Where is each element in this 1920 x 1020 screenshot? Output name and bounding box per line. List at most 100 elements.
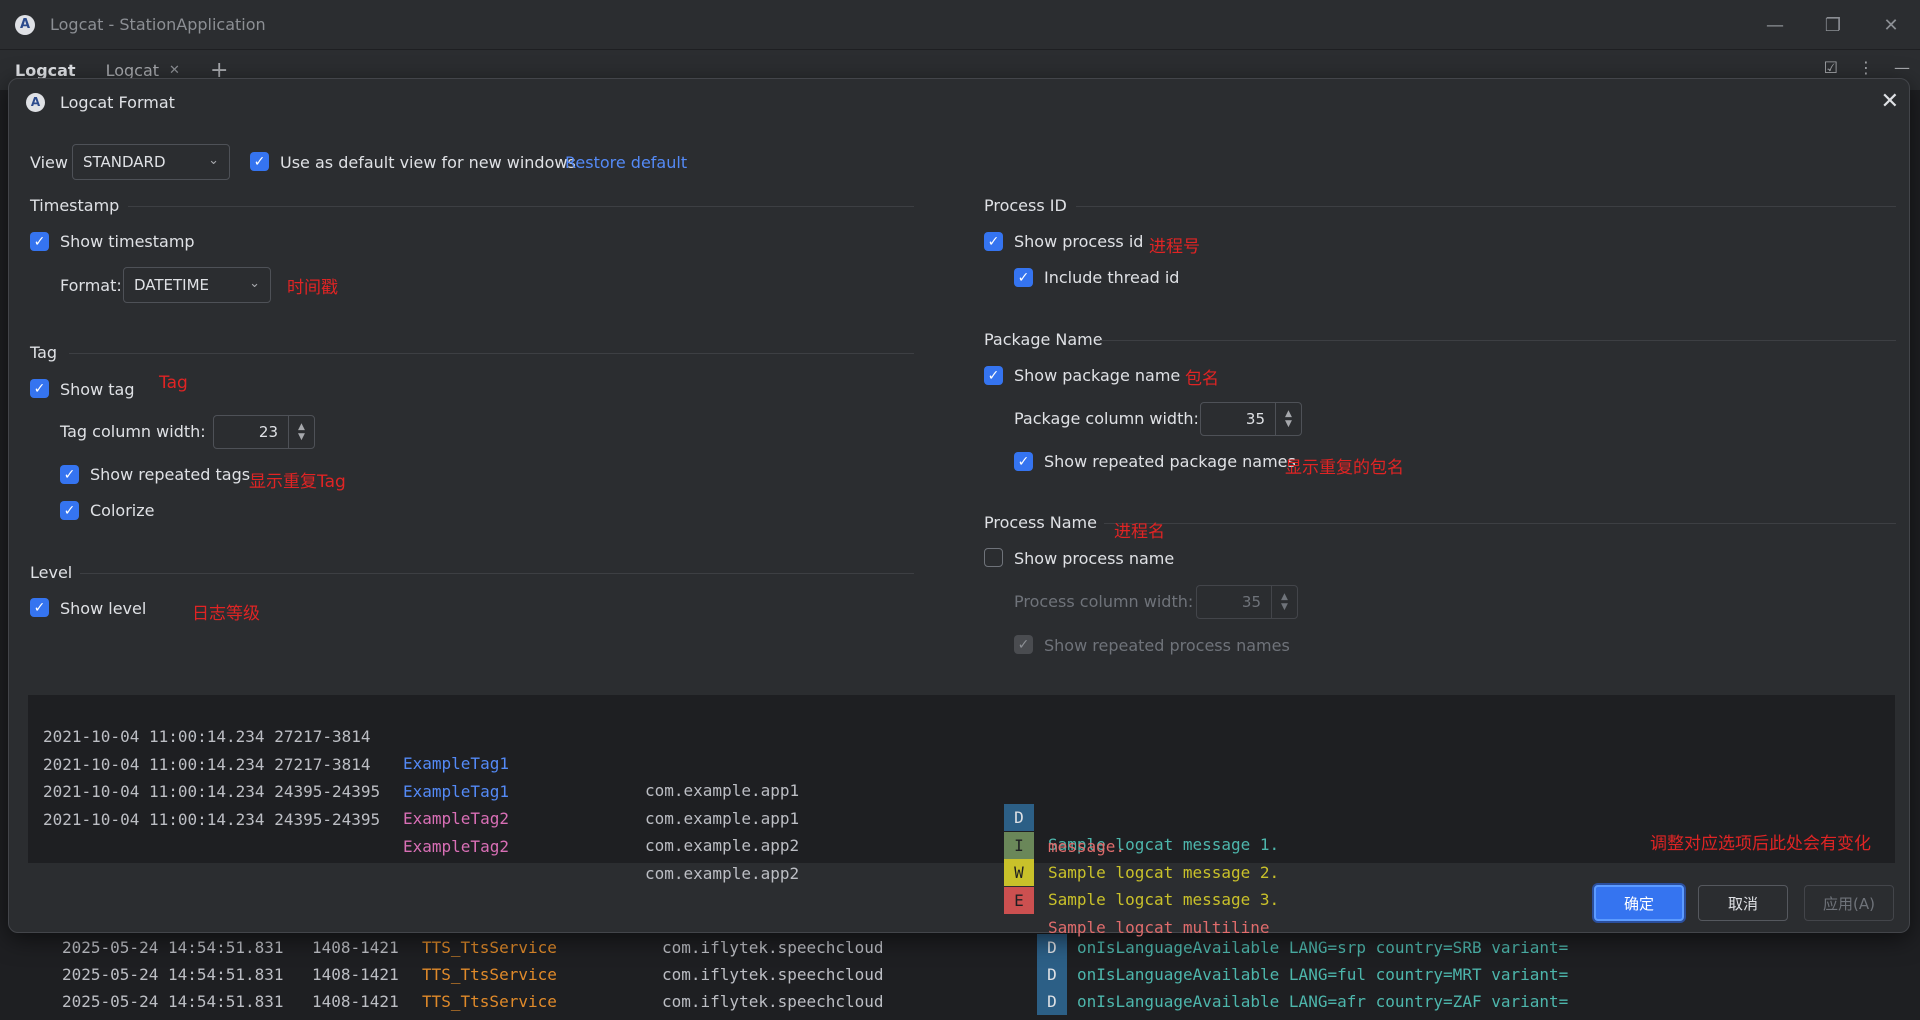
tab-toolbar: ☑ ⋮ — <box>1824 58 1910 77</box>
show-repeated-tags-label: Show repeated tags <box>90 465 251 484</box>
process-name-section-title: Process Name <box>984 513 1097 532</box>
log-tag: TTS_TtsService <box>422 965 557 984</box>
section-divider <box>69 353 914 354</box>
package-column-width-label: Package column width: <box>1014 409 1199 428</box>
chevron-down-icon: ⌄ <box>249 276 260 291</box>
preview-message: Sample logcat message 3. <box>1048 890 1280 909</box>
window-title: Logcat - StationApplication <box>50 15 266 34</box>
timestamp-annotation: 时间戳 <box>287 278 338 298</box>
preview-row: 2021-10-04 11:00:14.234 24395-24395 Exam… <box>28 779 1895 937</box>
show-level-label: Show level <box>60 599 147 618</box>
log-tag: TTS_TtsService <box>422 992 557 1011</box>
log-row[interactable]: 2025-05-24 14:54:51.831 1408-1421 TTS_Tt… <box>47 961 1920 988</box>
ok-button[interactable]: 确定 <box>1594 885 1684 921</box>
level-section-title: Level <box>30 563 73 582</box>
process-column-width-value: 35 <box>1241 593 1261 611</box>
window-controls: — ❐ ✕ <box>1746 0 1920 50</box>
preview-row: 2021-10-04 11:00:14.234 24395-24395 Exam… <box>28 751 1895 909</box>
close-window-icon[interactable]: ✕ <box>1862 0 1920 50</box>
log-timestamp: 2025-05-24 14:54:51.831 <box>62 938 284 957</box>
section-divider <box>80 573 914 574</box>
tab-logcat-2[interactable]: Logcat <box>106 61 159 80</box>
minimize-icon[interactable]: — <box>1746 0 1804 50</box>
preview-message: Sample logcat multiline <box>1048 918 1270 937</box>
format-preview-pane: 2021-10-04 11:00:14.234 27217-3814 Examp… <box>28 695 1895 937</box>
show-repeated-package-names-checkbox[interactable]: ✓ <box>1014 452 1033 471</box>
show-repeated-tags-checkbox[interactable]: ✓ <box>60 465 79 484</box>
preview-row: 2021-10-04 11:00:14.234 27217-3814 Examp… <box>28 696 1895 854</box>
spinner-arrows-icon[interactable]: ▲ ▼ <box>1275 403 1301 435</box>
spinner-arrows-icon[interactable]: ▲ ▼ <box>1271 586 1297 618</box>
section-divider <box>1104 523 1896 524</box>
show-process-name-label: Show process name <box>1014 549 1175 568</box>
log-pid: 1408-1421 <box>312 965 399 984</box>
checkbox-toggle-icon[interactable]: ☑ <box>1824 58 1838 77</box>
preview-row: 2021-10-04 11:00:14.234 27217-3814 Examp… <box>28 724 1895 882</box>
tab-logcat-1[interactable]: Logcat <box>15 61 76 80</box>
log-level-badge: D <box>1037 961 1067 988</box>
preview-package: com.example.app2 <box>645 836 800 855</box>
hide-icon[interactable]: — <box>1894 58 1910 77</box>
preview-row-continuation: message. <box>28 806 1895 856</box>
log-package: com.iflytek.speechcloud <box>662 938 884 957</box>
include-thread-id-label: Include thread id <box>1044 268 1180 287</box>
process-column-width-spinner[interactable]: 35 ▲ ▼ <box>1196 585 1298 619</box>
preview-level-badge: W <box>1004 859 1034 886</box>
show-repeated-package-names-label: Show repeated package names <box>1044 452 1296 471</box>
show-level-checkbox[interactable]: ✓ <box>30 598 49 617</box>
show-process-id-checkbox[interactable]: ✓ <box>984 232 1003 251</box>
log-tag: TTS_TtsService <box>422 938 557 957</box>
apply-button[interactable]: 应用(A) <box>1804 885 1894 921</box>
log-pid: 1408-1421 <box>312 938 399 957</box>
tag-column-width-spinner[interactable]: 23 ▲ ▼ <box>213 415 315 449</box>
view-dropdown[interactable]: STANDARD ⌄ <box>72 144 230 180</box>
package-column-width-spinner[interactable]: 35 ▲ ▼ <box>1200 402 1302 436</box>
android-studio-logo-icon: A <box>26 92 45 112</box>
restore-icon[interactable]: ❐ <box>1804 0 1862 50</box>
log-pid: 1408-1421 <box>312 992 399 1011</box>
dialog-title: Logcat Format <box>60 92 175 112</box>
tab-close-icon[interactable]: ✕ <box>169 63 180 78</box>
process-name-annotation: 进程名 <box>1114 522 1165 542</box>
timestamp-format-dropdown[interactable]: DATETIME ⌄ <box>123 267 271 303</box>
package-name-annotation: 包名 <box>1185 369 1219 389</box>
timestamp-format-value: DATETIME <box>134 276 210 294</box>
show-tag-checkbox[interactable]: ✓ <box>30 379 49 398</box>
use-default-checkbox[interactable]: ✓ <box>250 152 269 171</box>
show-process-name-checkbox[interactable] <box>984 548 1003 567</box>
section-divider <box>128 206 914 207</box>
restore-default-link[interactable]: Restore default <box>565 153 687 172</box>
cancel-button[interactable]: 取消 <box>1698 885 1788 921</box>
timestamp-section-title: Timestamp <box>30 196 120 215</box>
show-timestamp-checkbox[interactable]: ✓ <box>30 232 49 251</box>
log-row[interactable]: 2025-05-24 14:54:51.831 1408-1421 TTS_Tt… <box>47 988 1920 1015</box>
use-default-label: Use as default view for new windows <box>280 153 576 172</box>
view-dropdown-value: STANDARD <box>83 153 166 171</box>
include-thread-id-checkbox[interactable]: ✓ <box>1014 268 1033 287</box>
repeated-tags-annotation: 显示重复Tag <box>249 472 346 492</box>
section-divider <box>1100 340 1896 341</box>
log-row[interactable]: 2025-05-24 14:54:51.831 1408-1421 TTS_Tt… <box>47 934 1920 961</box>
process-id-section-title: Process ID <box>984 196 1067 215</box>
preview-level-badge: I <box>1004 832 1034 859</box>
tag-section-title: Tag <box>30 343 58 362</box>
show-package-name-checkbox[interactable]: ✓ <box>984 366 1003 385</box>
more-options-icon[interactable]: ⋮ <box>1858 58 1874 77</box>
dialog-header: A Logcat Format ✕ <box>9 79 1909 125</box>
process-id-annotation: 进程号 <box>1149 237 1200 257</box>
log-message: onIsLanguageAvailable LANG=ful country=M… <box>1077 965 1569 984</box>
preview-annotation: 调整对应选项后此处会有变化 <box>1650 834 1871 854</box>
show-tag-label: Show tag <box>60 380 135 399</box>
format-label: Format: <box>60 276 122 295</box>
spinner-arrows-icon[interactable]: ▲ ▼ <box>288 416 314 448</box>
android-studio-logo-icon: A <box>15 14 35 35</box>
window-titlebar: A Logcat - StationApplication — ❐ ✕ <box>0 0 1920 50</box>
dialog-close-icon[interactable]: ✕ <box>1881 89 1899 114</box>
tag-column-width-value: 23 <box>258 423 278 441</box>
log-level-badge: D <box>1037 988 1067 1015</box>
log-timestamp: 2025-05-24 14:54:51.831 <box>62 965 284 984</box>
show-repeated-process-names-checkbox[interactable]: ✓ <box>1014 635 1033 654</box>
preview-message: Sample logcat message 2. <box>1048 863 1280 882</box>
tag-column-width-label: Tag column width: <box>60 422 206 441</box>
colorize-checkbox[interactable]: ✓ <box>60 501 79 520</box>
